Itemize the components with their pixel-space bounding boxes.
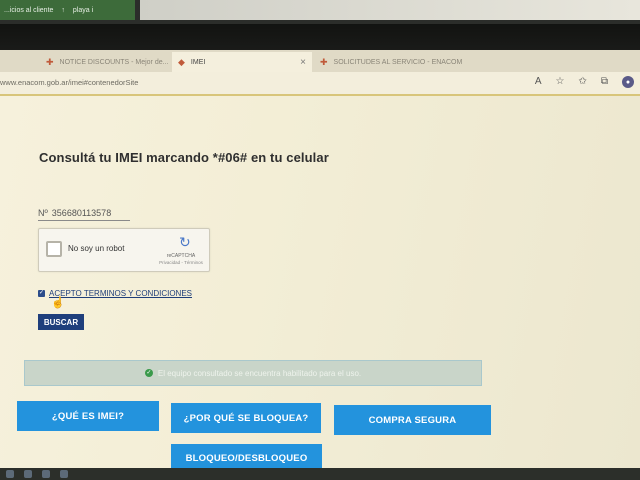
page-title: Consultá tu IMEI marcando *#06# en tu ce… bbox=[39, 150, 329, 165]
plus-icon: ✚ bbox=[46, 56, 54, 67]
read-aloud-icon[interactable]: A bbox=[535, 76, 542, 88]
favorites-icon[interactable]: ✩ bbox=[578, 76, 586, 88]
recaptcha-label: No soy un robot bbox=[68, 244, 125, 253]
imei-input[interactable]: Nº 356680113578 bbox=[38, 206, 130, 221]
hand-cursor-icon: ☝ bbox=[51, 297, 65, 309]
tab-label: SOLICITUDES AL SERVICIO - ENACOM bbox=[333, 58, 463, 66]
address-bar[interactable]: www.enacom.gob.ar/imei#contenedorSite A … bbox=[0, 72, 640, 96]
status-message-bar: ✓ El equipo consultado se encuentra habi… bbox=[24, 360, 482, 386]
up-arrow-icon: ↑ bbox=[61, 6, 65, 14]
what-is-imei-button[interactable]: ¿QUÉ ES IMEI? bbox=[17, 401, 159, 431]
why-block-button[interactable]: ¿POR QUÉ SE BLOQUEA? bbox=[171, 403, 321, 433]
recaptcha-brand: reCAPTCHA bbox=[166, 253, 196, 259]
background-window-tab: ...icios al cliente ↑ playa i bbox=[0, 0, 135, 20]
tab-bar: ✚ NOTICE DISCOUNTS - Mejor de... × ◆ IME… bbox=[0, 50, 640, 72]
safe-purchase-button[interactable]: COMPRA SEGURA bbox=[334, 405, 491, 435]
profile-icon[interactable]: ● bbox=[622, 76, 634, 88]
imei-value: 356680113578 bbox=[51, 208, 112, 218]
tab-solicitudes[interactable]: ✚ SOLICITUDES AL SERVICIO - ENACOM bbox=[314, 52, 464, 72]
favorite-add-icon[interactable]: ☆ bbox=[556, 76, 565, 88]
top-strip: ...icios al cliente ↑ playa i bbox=[0, 0, 640, 24]
close-icon[interactable]: × bbox=[300, 57, 306, 68]
checkbox-checked-icon[interactable]: ✓ bbox=[38, 290, 45, 297]
page-content: Consultá tu IMEI marcando *#06# en tu ce… bbox=[0, 96, 640, 472]
enacom-favicon-icon: ◆ bbox=[178, 56, 185, 67]
recaptcha-logo-icon: ↻ bbox=[179, 234, 191, 250]
url-text[interactable]: www.enacom.gob.ar/imei#contenedorSite bbox=[0, 78, 138, 87]
taskbar-icon[interactable] bbox=[24, 470, 32, 478]
status-message: El equipo consultado se encuentra habili… bbox=[157, 368, 362, 378]
taskbar-icon[interactable] bbox=[60, 470, 68, 478]
taskbar-icon[interactable] bbox=[42, 470, 50, 478]
collections-icon[interactable]: ⧉ bbox=[601, 76, 608, 88]
tab-label: IMEI bbox=[190, 58, 206, 66]
recaptcha-links[interactable]: Privacidad - Términos bbox=[153, 260, 209, 265]
recaptcha-widget: No soy un robot ↻ reCAPTCHA Privacidad -… bbox=[38, 228, 210, 272]
taskbar bbox=[0, 468, 640, 480]
background-item-1: ...icios al cliente bbox=[4, 6, 54, 14]
check-circle-icon: ✓ bbox=[144, 369, 153, 377]
tab-label: NOTICE DISCOUNTS - Mejor de... bbox=[59, 58, 169, 66]
terms-label[interactable]: ACEPTO TERMINOS Y CONDICIONES bbox=[49, 289, 192, 298]
taskbar-icon[interactable] bbox=[6, 470, 14, 478]
tab-imei[interactable]: ◆ IMEI × bbox=[172, 52, 312, 72]
browser-chrome: ✚ NOTICE DISCOUNTS - Mejor de... × ◆ IME… bbox=[0, 50, 640, 96]
toolbar-icons: A ☆ ✩ ⧉ ● bbox=[535, 76, 634, 88]
imei-prefix: Nº bbox=[38, 208, 48, 218]
tab-discounts[interactable]: ✚ NOTICE DISCOUNTS - Mejor de... × bbox=[40, 52, 170, 72]
recaptcha-checkbox[interactable] bbox=[46, 241, 62, 257]
search-button[interactable]: BUSCAR bbox=[38, 314, 84, 330]
plus-icon: ✚ bbox=[320, 56, 328, 67]
background-window bbox=[140, 0, 640, 20]
background-item-2: playa i bbox=[72, 6, 94, 14]
